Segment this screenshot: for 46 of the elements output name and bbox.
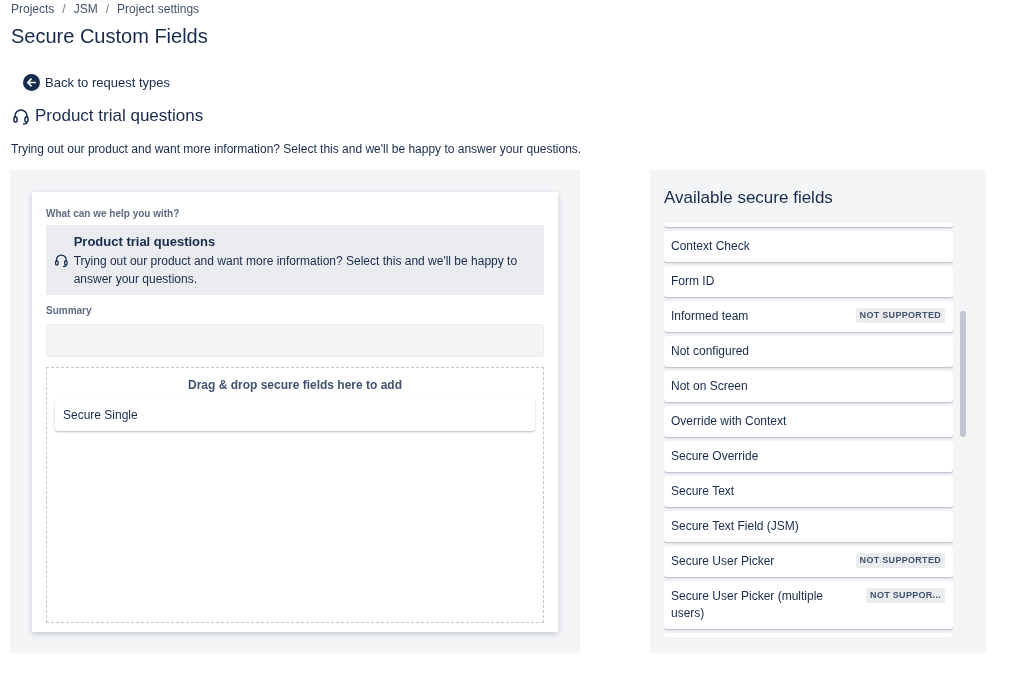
drop-zone[interactable]: Drag & drop secure fields here to add Secure Single (46, 367, 544, 623)
field-name: Secure Override (671, 447, 759, 465)
secure-field-card[interactable]: Override with Context (664, 405, 953, 437)
status-badge: NOT SUPPORTED (855, 552, 945, 568)
headset-icon (12, 106, 30, 125)
secure-field-card[interactable]: Secure Text (664, 475, 953, 507)
option-description: Trying out our product and want more information? Select this and we'll be happy to answer your questions. (73, 252, 519, 288)
secure-field-card[interactable]: Not configured (664, 335, 953, 367)
field-name: Secure Text Field (JSM) (671, 517, 799, 535)
field-name: Context Check (671, 237, 750, 255)
page-title: Secure Custom Fields (11, 24, 208, 49)
breadcrumb-link[interactable]: JSM (73, 0, 98, 18)
status-badge: NOT SUPPORTED (855, 307, 945, 323)
secure-field-card[interactable]: Secure Single (55, 399, 535, 431)
option-title: Product trial questions (73, 233, 217, 252)
breadcrumb-link[interactable]: Project settings (117, 0, 200, 18)
secure-field-card[interactable]: Context Check (664, 230, 953, 262)
headset-icon (54, 251, 69, 269)
request-type-option[interactable]: Product trial questions Trying out our product and want more information? Select this and we'll be happy to answer your questions. (46, 225, 544, 295)
secure-field-card[interactable]: Secure User Picker (multiple users) NOT SUPPOR... (664, 580, 953, 629)
secure-field-card[interactable]: Informed team NOT SUPPORTED (664, 300, 953, 332)
request-type-description: Trying out our product and want more information? Select this and we'll be happy to answer your questions. (11, 141, 582, 158)
field-name: Not on Screen (671, 377, 748, 395)
back-link[interactable]: Back to request types (23, 73, 170, 93)
breadcrumb-separator: / (105, 1, 110, 18)
secure-field-card[interactable]: Form ID (664, 265, 953, 297)
secure-field-card[interactable]: Secure User Picker NOT SUPPORTED (664, 545, 953, 577)
field-label: What can we help you with? (46, 207, 181, 221)
field-name: Secure Text (671, 482, 735, 500)
field-name: Override with Context (671, 412, 787, 430)
scrollbar-thumb[interactable] (960, 310, 966, 437)
breadcrumb-separator: / (62, 1, 66, 18)
secure-field-card[interactable]: Not on Screen (664, 370, 953, 402)
field-name: Form ID (671, 272, 715, 290)
secure-field-card[interactable]: Secure Override (664, 440, 953, 472)
status-badge: NOT SUPPOR... (866, 587, 945, 603)
request-type-title: Product trial questions (35, 105, 204, 127)
breadcrumb-link[interactable]: Projects (11, 0, 55, 18)
field-name: Not configured (671, 342, 750, 360)
field-label: Summary (46, 304, 93, 318)
secure-field-card[interactable]: Secure Text Field (JSM) (664, 510, 953, 542)
panel-title: Available secure fields (664, 187, 834, 209)
drop-zone-hint: Drag & drop secure fields here to add (187, 377, 403, 394)
field-name: Informed team (671, 307, 749, 325)
field-name: Secure User Picker (671, 552, 775, 570)
field-name: Secure User Picker (multiple users) (671, 587, 825, 622)
